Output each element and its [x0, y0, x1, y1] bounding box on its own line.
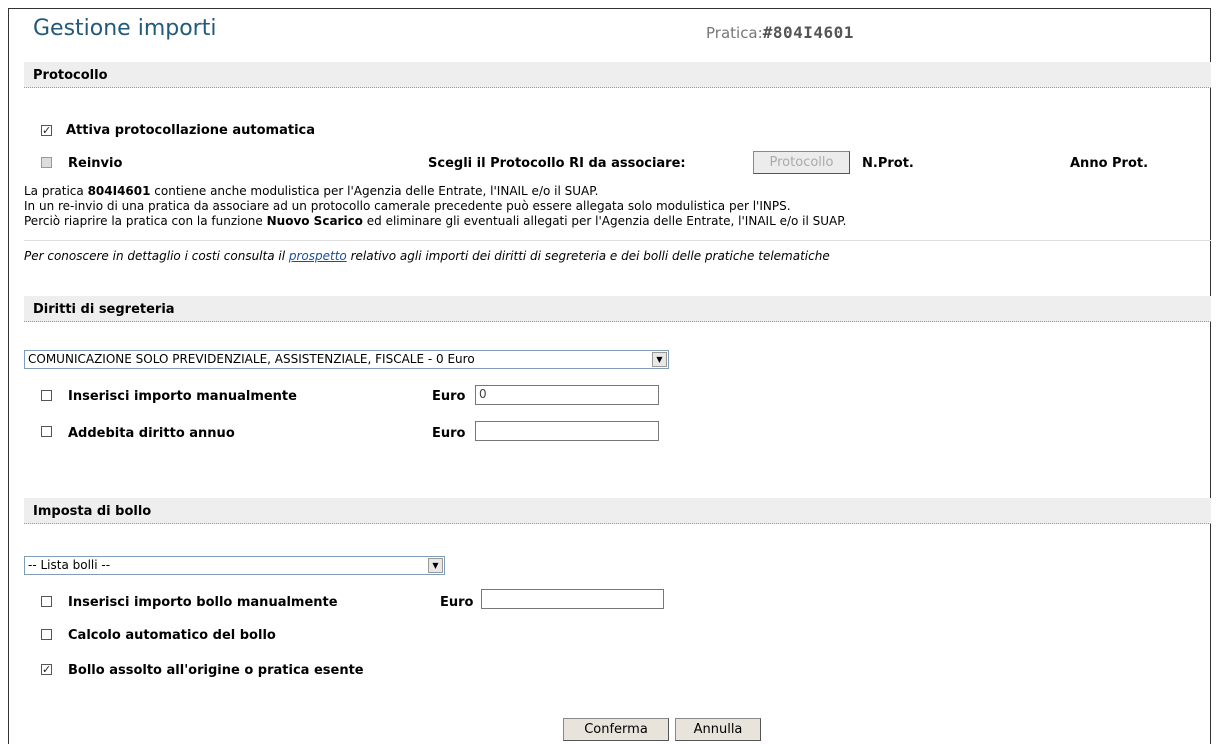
- diritti-select[interactable]: COMUNICAZIONE SOLO PREVIDENZIALE, ASSIST…: [24, 350, 669, 369]
- section-imposta-bollo: Imposta di bollo: [24, 498, 1211, 524]
- bollo-assolto-checkbox[interactable]: ✓: [41, 664, 52, 675]
- scegli-protocollo-label: Scegli il Protocollo RI da associare:: [428, 156, 686, 171]
- diritto-annuo-input[interactable]: [475, 421, 659, 441]
- reinvio-checkbox[interactable]: [41, 157, 52, 168]
- euro-label-annuo: Euro: [432, 426, 466, 441]
- euro-label: Euro: [432, 389, 466, 404]
- lista-bolli-select[interactable]: -- Lista bolli -- ▼: [24, 556, 445, 575]
- chevron-down-icon: ▼: [428, 558, 443, 573]
- calcolo-automatico-label: Calcolo automatico del bollo: [68, 628, 276, 643]
- inserisci-importo-checkbox[interactable]: [41, 390, 52, 401]
- reinvio-label: Reinvio: [68, 156, 123, 171]
- bollo-assolto-label: Bollo assolto all'origine o pratica esen…: [68, 663, 364, 678]
- info-line-1: La pratica 804I4601 contiene anche modul…: [24, 184, 599, 198]
- addebita-diritto-checkbox[interactable]: [41, 426, 52, 437]
- check-icon: ✓: [42, 663, 52, 676]
- inserisci-bollo-checkbox[interactable]: [41, 596, 52, 607]
- euro-label-bollo: Euro: [440, 595, 474, 610]
- divider: [24, 240, 1211, 241]
- inserisci-bollo-label: Inserisci importo bollo manualmente: [68, 595, 338, 610]
- attiva-protocollazione-label: Attiva protocollazione automatica: [66, 123, 316, 138]
- importo-bollo-input[interactable]: [481, 589, 664, 609]
- costi-info: Per conoscere in dettaglio i costi consu…: [24, 249, 830, 263]
- page-title: Gestione importi: [33, 16, 217, 41]
- prospetto-link[interactable]: prospetto: [289, 249, 347, 263]
- calcolo-automatico-checkbox[interactable]: [41, 629, 52, 640]
- nprot-label: N.Prot.: [862, 156, 914, 171]
- conferma-button[interactable]: Conferma: [563, 718, 669, 741]
- addebita-diritto-label: Addebita diritto annuo: [68, 426, 235, 441]
- chevron-down-icon: ▼: [652, 352, 667, 367]
- annoprot-label: Anno Prot.: [1070, 156, 1149, 171]
- pratica-code: 804I4601: [87, 184, 151, 198]
- info-line-2: In un re-invio di una pratica da associa…: [24, 199, 791, 213]
- pratica-label: Pratica:: [706, 24, 763, 42]
- check-icon: ✓: [42, 124, 52, 137]
- protocollo-button[interactable]: Protocollo: [753, 151, 850, 174]
- pratica-id: Pratica:#804I4601: [706, 23, 854, 42]
- inserisci-importo-label: Inserisci importo manualmente: [68, 389, 297, 404]
- attiva-protocollazione-checkbox[interactable]: ✓: [41, 125, 52, 136]
- section-protocollo: Protocollo: [24, 62, 1211, 88]
- section-diritti-segreteria: Diritti di segreteria: [24, 296, 1211, 322]
- nuovo-scarico-text: Nuovo Scarico: [266, 214, 363, 228]
- importo-manuale-input[interactable]: 0: [475, 385, 659, 405]
- pratica-value: #804I4601: [762, 23, 854, 42]
- info-line-3: Perciò riaprire la pratica con la funzio…: [24, 214, 847, 228]
- annulla-button[interactable]: Annulla: [675, 718, 761, 741]
